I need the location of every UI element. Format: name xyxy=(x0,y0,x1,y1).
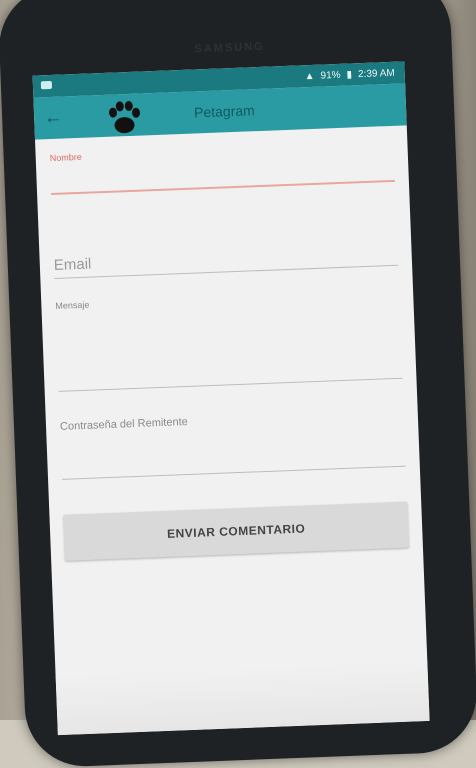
message-field[interactable]: Mensaje xyxy=(55,288,403,397)
password-field[interactable]: Contraseña del Remitente xyxy=(60,408,407,501)
app-screen: ▲ 91% ▮ 2:39 AM ← Petagram Nombre Email … xyxy=(32,61,430,736)
name-field[interactable]: Nombre xyxy=(50,140,396,213)
paw-icon xyxy=(109,100,141,134)
email-placeholder: Email xyxy=(53,255,92,274)
arrow-left-icon[interactable]: ← xyxy=(44,107,63,129)
signal-icon: ▲ xyxy=(304,70,315,82)
email-field[interactable]: Email xyxy=(52,217,399,295)
clock: 2:39 AM xyxy=(357,67,395,80)
message-input[interactable] xyxy=(55,297,403,392)
battery-icon: ▮ xyxy=(346,68,353,81)
battery-percent: 91% xyxy=(320,69,341,82)
phone-device: SAMSUNG ▲ 91% ▮ 2:39 AM ← Petagram Nombr… xyxy=(0,0,476,768)
submit-button[interactable]: ENVIAR COMENTARIO xyxy=(63,501,409,561)
phone-brand: SAMSUNG xyxy=(194,40,265,56)
screen-bottom xyxy=(55,660,430,736)
contact-form: Nombre Email Mensaje Contraseña del Remi… xyxy=(35,125,423,561)
toolbar-title: Petagram xyxy=(193,102,256,121)
email-input[interactable]: Email xyxy=(52,217,399,279)
notification-icon xyxy=(40,80,53,90)
